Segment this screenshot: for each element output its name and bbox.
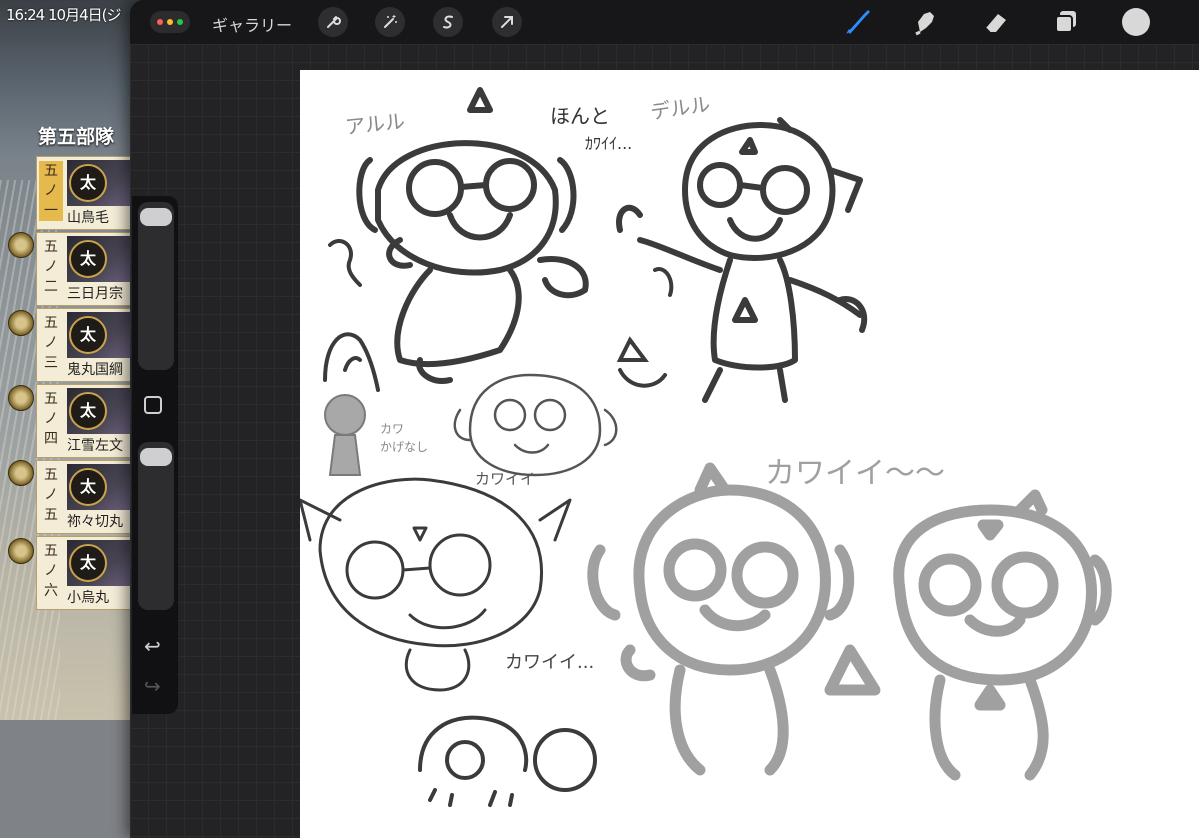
brush-size-slider[interactable] [138,202,174,370]
tachi-emblem-icon: 太 [69,468,107,506]
unit-row-4[interactable]: 五ノ四 太 江雪左文 [36,384,138,458]
medal-icon [8,232,34,258]
sketch-label: かげなし [380,440,429,454]
sketch-doodles [323,239,380,392]
window-controls[interactable] [150,11,190,33]
unit-title: 第五部隊 [38,126,115,148]
wrench-icon[interactable] [318,7,348,37]
selection-icon[interactable] [433,7,463,37]
top-toolbar: ギャラリー [130,0,1199,44]
unit-slot: 五ノ六 [44,543,58,599]
sketch-label: カワイイ〜〜 [765,456,945,491]
gallery-button[interactable]: ギャラリー [212,12,292,36]
drawing-app-window: ギャラリー アルル ほんと ｶﾜｲｲ... デルル カワイイ カワイイ... カ… [130,0,1199,838]
medal-icon [8,385,34,411]
unit-slot: 五ノ一 [39,161,63,221]
tachi-emblem-icon: 太 [69,392,107,430]
sketch-label: カワイイ [475,470,536,488]
unit-slot: 五ノ四 [44,391,58,447]
unit-portrait: 太 [67,312,137,358]
unit-slot: 五ノ五 [44,467,58,523]
unit-row-6[interactable]: 五ノ六 太 小烏丸 [36,536,138,610]
unit-portrait: 太 [67,464,137,510]
unit-row-1[interactable]: 五ノ一 太 山鳥毛 [36,156,138,230]
smudge-icon[interactable] [910,6,942,38]
transform-arrow-icon[interactable] [492,7,522,37]
modify-button-icon[interactable] [144,396,162,414]
unit-name: 祢々切丸 [67,514,123,530]
sketch-character-4 [324,394,366,476]
unit-name: 小烏丸 [67,590,109,606]
color-picker[interactable] [1120,6,1152,38]
sketch-label: ほんと [550,104,610,128]
unit-name: 江雪左文 [67,438,123,454]
drawing-canvas[interactable]: アルル ほんと ｶﾜｲｲ... デルル カワイイ カワイイ... カワイイ〜〜 … [300,70,1199,838]
unit-name: 山鳥毛 [67,210,109,226]
unit-portrait: 太 [67,540,137,586]
unit-slot: 五ノ二 [44,239,58,295]
unit-name: 鬼丸国綱 [67,362,123,378]
brush-icon[interactable] [842,6,874,38]
medal-icon [8,460,34,486]
tachi-emblem-icon: 太 [69,316,107,354]
unit-row-3[interactable]: 五ノ三 太 鬼丸国綱 [36,308,138,382]
sketch-label: カワイイ... [505,652,595,673]
magic-wand-icon[interactable] [375,7,405,37]
undo-icon[interactable]: ↩ [144,636,164,656]
unit-row-5[interactable]: 五ノ五 太 祢々切丸 [36,460,138,534]
sketch-artwork [300,87,1112,807]
sketch-character-7 [587,462,881,776]
tachi-emblem-icon: 太 [69,240,107,278]
close-dot-icon[interactable] [157,19,163,25]
sketch-label: ｶﾜｲｲ... [585,134,633,153]
medal-icon [8,538,34,564]
unit-portrait: 太 [67,388,137,434]
brush-size-knob[interactable] [140,208,172,226]
sketch-label: カワ [380,422,405,436]
unit-row-2[interactable]: 五ノ二 太 三日月宗 [36,232,138,306]
sketch-character-2 [616,117,868,403]
opacity-knob[interactable] [140,448,172,466]
brush-sidebar: ↩ ↪ [132,196,178,714]
sketch-character-6 [418,715,597,807]
status-time: 16:24 10月4日(ジ [6,6,121,24]
layers-icon[interactable] [1050,6,1082,38]
unit-portrait: 太 [67,236,137,282]
sketch-character-8 [893,489,1112,781]
unit-name: 三日月宗 [67,286,123,302]
redo-icon[interactable]: ↪ [144,676,164,696]
unit-portrait: 太 [67,160,137,206]
tachi-emblem-icon: 太 [69,164,107,202]
fullscreen-dot-icon[interactable] [177,19,183,25]
unit-slot: 五ノ三 [44,315,58,371]
tachi-emblem-icon: 太 [69,544,107,582]
opacity-slider[interactable] [138,442,174,610]
eraser-icon[interactable] [980,6,1012,38]
medal-icon [8,310,34,336]
sketch-doodles [616,267,674,388]
sketch-character-3 [453,373,618,477]
minimize-dot-icon[interactable] [167,19,173,25]
